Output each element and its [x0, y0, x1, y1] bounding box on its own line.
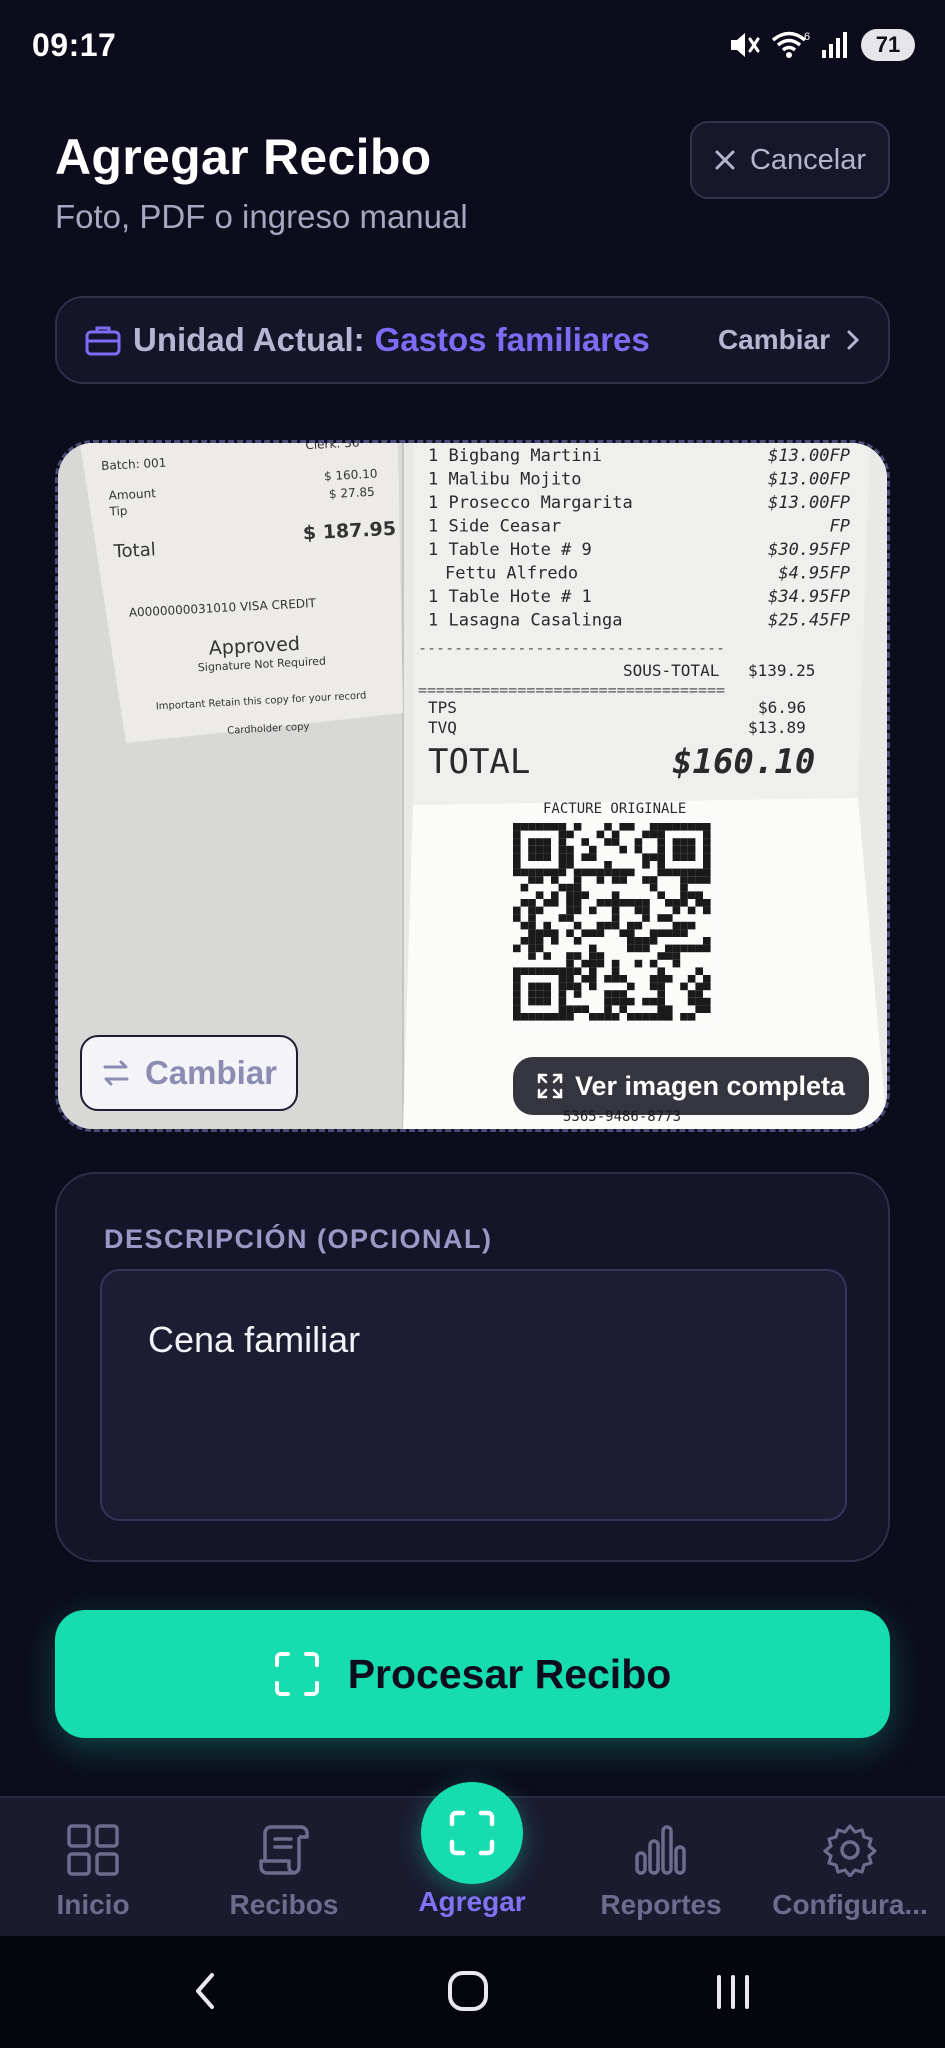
left-total-label: Total	[112, 539, 156, 562]
right-subtotal: $139.25	[748, 661, 815, 680]
receipt-item-price: $13.00FP	[768, 470, 850, 490]
description-label: DESCRIPCIÓN (OPCIONAL)	[104, 1224, 493, 1254]
receipt-item-name: 1 Side Ceasar	[428, 517, 561, 537]
page-header: Agregar Recibo Foto, PDF o ingreso manua…	[55, 128, 468, 236]
receipt-item-name: 1 Lasagna Casalinga	[428, 611, 622, 631]
left-tip-label: Tip	[108, 504, 128, 519]
nav-item-recibos[interactable]: Recibos	[189, 1823, 379, 1933]
right-tps-label: TPS	[428, 698, 457, 717]
recents-icon	[717, 1975, 749, 2009]
back-button[interactable]	[175, 1966, 235, 2016]
change-unit-label: Cambiar	[717, 324, 830, 355]
right-total-label: TOTAL	[428, 742, 530, 782]
svg-text:==============================: ==================================	[418, 681, 725, 699]
scan-icon	[274, 1652, 319, 1696]
right-tps: $6.96	[758, 698, 806, 717]
receipt-item-price: $30.95FP	[768, 540, 850, 560]
svg-text:6: 6	[804, 31, 810, 43]
page-title: Agregar Recibo	[55, 129, 432, 185]
right-facture: FACTURE ORIGINALE	[543, 801, 686, 817]
gear-icon	[823, 1824, 877, 1877]
nav-label-configuracion: Configura...	[772, 1889, 928, 1920]
left-amount: $ 160.10	[324, 467, 378, 484]
receipt-item-name: Fettu Alfredo	[445, 564, 578, 584]
swap-arrows-icon	[103, 1060, 129, 1086]
nav-label-recibos: Recibos	[229, 1889, 339, 1920]
nav-label-reportes: Reportes	[600, 1889, 722, 1920]
receipt-item-name: 1 Prosecco Margarita	[428, 493, 633, 513]
receipt-item-name: 1 Bigbang Martini	[428, 446, 602, 466]
nav-item-configuracion[interactable]: Configura...	[755, 1823, 945, 1933]
expand-icon	[537, 1073, 563, 1099]
change-image-label: Cambiar	[144, 1054, 278, 1091]
receipt-item-price: $13.00FP	[768, 446, 850, 466]
page-subtitle: Foto, PDF o ingreso manual	[55, 198, 468, 235]
back-icon	[196, 1973, 214, 2009]
wifi-icon: 6	[771, 31, 810, 58]
receipt-item-name: 1 Malibu Mojito	[428, 470, 582, 490]
change-unit-button[interactable]: Cambiar	[718, 324, 860, 356]
change-image-button[interactable]: Cambiar	[80, 1035, 298, 1111]
bar-chart-icon	[635, 1825, 686, 1875]
cancel-button[interactable]: Cancelar	[690, 121, 890, 199]
cancel-label: Cancelar	[749, 143, 867, 176]
left-amount-label: Amount	[108, 486, 156, 502]
right-subtotal-label: SOUS-TOTAL	[623, 661, 719, 680]
receipt-photo-preview[interactable]: Batch: 001 Clerk: 36 Amount $ 160.10 Tip…	[55, 440, 890, 1132]
left-tip: $ 27.85	[329, 485, 375, 501]
status-time: 09:17	[32, 26, 117, 63]
receipt-photo: Batch: 001 Clerk: 36 Amount $ 160.10 Tip…	[58, 443, 887, 1129]
qr-code	[509, 819, 715, 1025]
nav-label-agregar: Agregar	[418, 1886, 526, 1917]
nav-item-agregar[interactable]	[421, 1782, 523, 1884]
receipt-item-price: FP	[830, 517, 850, 537]
receipt-item-name: 1 Table Hote # 1	[428, 587, 592, 607]
nav-item-reportes[interactable]: Reportes	[566, 1823, 756, 1933]
scan-icon	[449, 1810, 495, 1856]
status-icons: 6 71	[729, 29, 915, 61]
battery-indicator: 71	[861, 29, 915, 61]
receipt-icon	[259, 1825, 309, 1875]
view-full-image-label: Ver imagen completa	[574, 1070, 846, 1101]
receipt-item-price: $13.00FP	[768, 493, 850, 513]
right-tvq: $13.89	[748, 718, 806, 737]
nav-label-inicio: Inicio	[56, 1889, 130, 1920]
process-receipt-button[interactable]: Procesar Recibo	[55, 1610, 890, 1738]
current-unit-bar: Unidad Actual: Gastos familiares Cambiar	[55, 296, 890, 384]
svg-text:------------------------------: ----------------------------------	[418, 639, 725, 657]
process-receipt-label: Procesar Recibo	[347, 1650, 672, 1697]
status-bar: 09:17 6 71	[0, 0, 945, 90]
unit-value: Gastos familiares	[374, 321, 650, 358]
mute-icon	[731, 33, 760, 57]
close-icon	[715, 150, 735, 170]
receipt-item-price: $34.95FP	[768, 587, 850, 607]
chevron-right-icon	[847, 330, 860, 350]
home-icon	[448, 1971, 488, 2011]
description-card: DESCRIPCIÓN (OPCIONAL) Cena familiar	[55, 1172, 890, 1562]
receipt-item-price: $4.95FP	[778, 564, 850, 584]
signal-icon	[822, 32, 847, 58]
system-navigation-bar	[0, 1936, 945, 2048]
home-button[interactable]	[438, 1966, 498, 2016]
description-input[interactable]: Cena familiar	[100, 1269, 847, 1521]
right-total: $160.10	[672, 742, 815, 782]
receipt-item-price: $25.45FP	[768, 611, 850, 631]
nav-item-inicio[interactable]: Inicio	[0, 1823, 188, 1933]
recents-button[interactable]	[703, 1966, 763, 2016]
receipt-item-name: 1 Table Hote # 9	[428, 540, 592, 560]
view-full-image-button[interactable]: Ver imagen completa	[513, 1057, 869, 1115]
briefcase-icon	[85, 326, 121, 356]
unit-label: Unidad Actual:	[133, 321, 365, 358]
right-tvq-label: TVQ	[428, 718, 457, 737]
grid-icon	[67, 1824, 119, 1876]
